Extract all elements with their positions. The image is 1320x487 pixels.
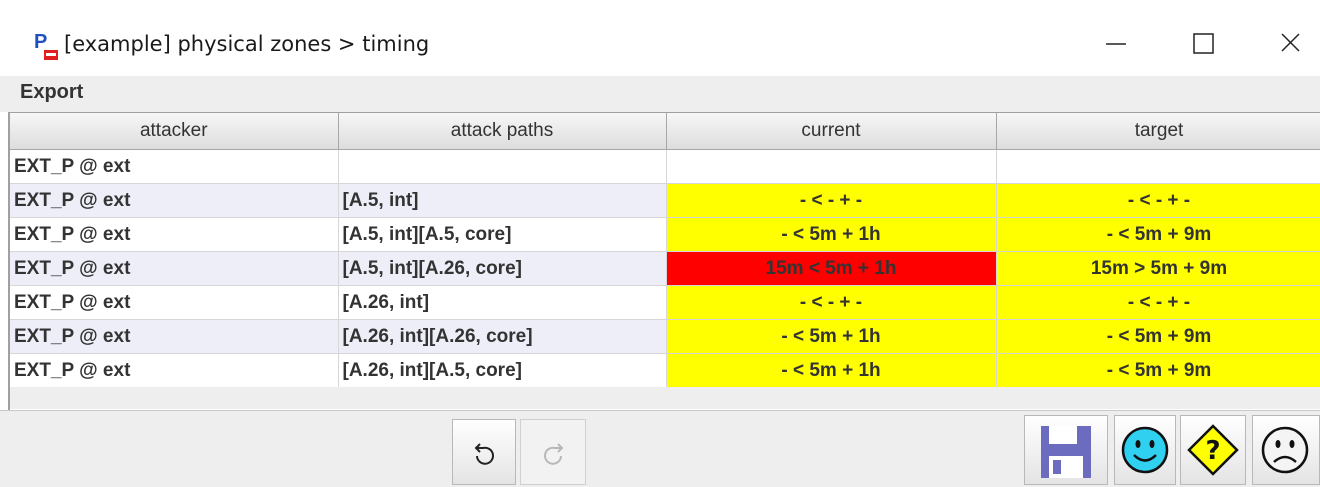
minimize-button[interactable] <box>1092 22 1140 66</box>
save-button[interactable] <box>1024 415 1108 485</box>
maximize-icon <box>1193 33 1214 54</box>
table-row[interactable]: EXT_P @ ext [A.26, int][A.5, core] - < 5… <box>10 353 1320 388</box>
cell-attack-path[interactable] <box>338 149 667 184</box>
table-empty-area <box>8 387 1320 409</box>
cell-target[interactable]: - < 5m + 9m <box>996 319 1320 354</box>
cell-attacker[interactable]: EXT_P @ ext <box>10 285 339 320</box>
table-row[interactable]: EXT_P @ ext [A.26, int] - < - + - - < - … <box>10 285 1320 320</box>
cell-attacker[interactable]: EXT_P @ ext <box>10 149 339 184</box>
cell-current[interactable]: 15m < 5m + 1h <box>666 251 997 286</box>
maximize-button[interactable] <box>1180 22 1228 66</box>
undo-icon <box>474 443 494 465</box>
cell-target[interactable] <box>996 149 1320 184</box>
table-row[interactable]: EXT_P @ ext [A.5, int][A.26, core] 15m <… <box>10 251 1320 286</box>
column-header-current[interactable]: current <box>666 113 997 150</box>
cell-attack-path[interactable]: [A.5, int][A.5, core] <box>338 217 667 252</box>
cell-current[interactable] <box>666 149 997 184</box>
table-row[interactable]: EXT_P @ ext [A.5, int][A.5, core] - < 5m… <box>10 217 1320 252</box>
sad-button[interactable] <box>1252 415 1320 485</box>
cell-current[interactable]: - < 5m + 1h <box>666 353 997 388</box>
column-header-attacker[interactable]: attacker <box>10 113 339 150</box>
cell-current[interactable]: - < - + - <box>666 183 997 218</box>
menu-bar <box>0 76 1320 112</box>
cell-attack-path[interactable]: [A.26, int] <box>338 285 667 320</box>
cell-current[interactable]: - < 5m + 1h <box>666 217 997 252</box>
table-row[interactable]: EXT_P @ ext [A.5, int] - < - + - - < - +… <box>10 183 1320 218</box>
cell-attacker[interactable]: EXT_P @ ext <box>10 251 339 286</box>
window-title: [example] physical zones > timing <box>64 32 430 56</box>
minimize-icon <box>1106 43 1126 45</box>
redo-icon <box>544 443 564 465</box>
sad-face-icon <box>1261 426 1309 474</box>
cell-current[interactable]: - < - + - <box>666 285 997 320</box>
window: P [example] physical zones > timing Expo… <box>0 0 1320 487</box>
close-icon <box>1281 33 1300 52</box>
svg-text:P: P <box>34 31 47 53</box>
question-button[interactable]: ? <box>1180 415 1246 485</box>
menu-export[interactable]: Export <box>20 81 83 104</box>
table-row[interactable]: EXT_P @ ext <box>10 149 1320 184</box>
svg-text:?: ? <box>1205 436 1220 466</box>
cell-attacker[interactable]: EXT_P @ ext <box>10 353 339 388</box>
cell-attack-path[interactable]: [A.26, int][A.26, core] <box>338 319 667 354</box>
title-bar: P [example] physical zones > timing <box>0 0 1320 76</box>
question-diamond-icon: ? <box>1187 424 1239 476</box>
column-header-attack-paths[interactable]: attack paths <box>338 113 667 150</box>
cell-current[interactable]: - < 5m + 1h <box>666 319 997 354</box>
cell-attack-path[interactable]: [A.26, int][A.5, core] <box>338 353 667 388</box>
bottom-toolbar: ? <box>0 410 1320 487</box>
happy-button[interactable] <box>1114 415 1176 485</box>
happy-face-icon <box>1121 426 1169 474</box>
cell-target[interactable]: - < 5m + 9m <box>996 217 1320 252</box>
cell-attacker[interactable]: EXT_P @ ext <box>10 183 339 218</box>
save-icon <box>1041 426 1091 478</box>
cell-attack-path[interactable]: [A.5, int] <box>338 183 667 218</box>
table-row[interactable]: EXT_P @ ext [A.26, int][A.26, core] - < … <box>10 319 1320 354</box>
cell-attacker[interactable]: EXT_P @ ext <box>10 217 339 252</box>
undo-button[interactable] <box>452 419 516 485</box>
timing-table: attacker attack paths current target EXT… <box>8 112 1320 411</box>
cell-attacker[interactable]: EXT_P @ ext <box>10 319 339 354</box>
redo-button[interactable] <box>520 419 586 485</box>
cell-target[interactable]: - < - + - <box>996 285 1320 320</box>
cell-target[interactable]: - < 5m + 9m <box>996 353 1320 388</box>
column-header-target[interactable]: target <box>996 113 1320 150</box>
cell-target[interactable]: - < - + - <box>996 183 1320 218</box>
cell-target[interactable]: 15m > 5m + 9m <box>996 251 1320 286</box>
close-button[interactable] <box>1266 22 1314 66</box>
cell-attack-path[interactable]: [A.5, int][A.26, core] <box>338 251 667 286</box>
app-logo-icon: P <box>34 30 58 60</box>
